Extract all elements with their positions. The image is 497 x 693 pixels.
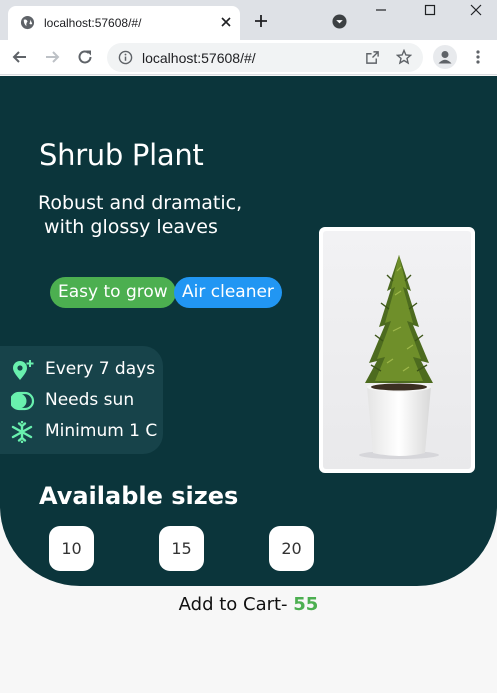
- window-close-icon[interactable]: [469, 3, 483, 17]
- address-bar[interactable]: localhost:57608/#/: [107, 43, 423, 72]
- size-option-20[interactable]: 20: [269, 526, 314, 571]
- close-tab-icon[interactable]: [219, 15, 233, 29]
- watering-pin-icon: [13, 360, 34, 380]
- plant-photo: [319, 227, 475, 473]
- shrub-image: [359, 255, 439, 459]
- bookmark-star-icon[interactable]: [396, 49, 412, 65]
- care-text-temperature: Minimum 1 C: [45, 421, 158, 441]
- care-text-sun: Needs sun: [45, 390, 135, 410]
- available-sizes-heading: Available sizes: [39, 482, 239, 510]
- care-text-watering: Every 7 days: [45, 359, 156, 379]
- care-info-card: Every 7 days Needs sun Minimum 1 C: [0, 346, 163, 454]
- reload-icon[interactable]: [76, 48, 94, 66]
- browser-tab[interactable]: localhost:57608/#/: [8, 6, 240, 40]
- browser-toolbar: localhost:57608/#/: [0, 40, 497, 75]
- minimize-icon[interactable]: [374, 3, 388, 17]
- size-option-15[interactable]: 15: [159, 526, 204, 571]
- tag-air-cleaner: Air cleaner: [174, 277, 282, 308]
- forward-arrow-icon[interactable]: [43, 48, 61, 66]
- share-icon[interactable]: [365, 50, 380, 65]
- tab-search-icon[interactable]: [332, 14, 347, 29]
- info-icon[interactable]: [118, 50, 133, 65]
- back-arrow-icon[interactable]: [11, 48, 29, 66]
- maximize-icon[interactable]: [423, 3, 437, 17]
- add-to-cart-button[interactable]: Add to Cart- 55: [0, 594, 497, 615]
- globe-icon: [20, 15, 35, 30]
- tag-easy-to-grow: Easy to grow: [50, 277, 176, 308]
- size-option-10[interactable]: 10: [49, 526, 94, 571]
- profile-avatar-icon[interactable]: [433, 45, 457, 69]
- tab-title: localhost:57608/#/: [44, 16, 142, 30]
- snowflake-icon: [11, 421, 33, 443]
- toggle-sun-icon: [11, 391, 35, 411]
- plant-title: Shrub Plant: [39, 138, 204, 172]
- plant-description: Robust and dramatic, with glossy leaves: [38, 192, 243, 238]
- cart-price: 55: [293, 594, 319, 615]
- browser-tab-strip: localhost:57608/#/: [0, 0, 497, 40]
- new-tab-icon[interactable]: [253, 13, 269, 29]
- kebab-menu-icon[interactable]: [470, 49, 486, 65]
- plant-hero-panel: Shrub Plant Robust and dramatic, with gl…: [0, 76, 497, 586]
- url-text: localhost:57608/#/: [142, 50, 256, 66]
- add-to-cart-label: Add to Cart-: [178, 594, 294, 615]
